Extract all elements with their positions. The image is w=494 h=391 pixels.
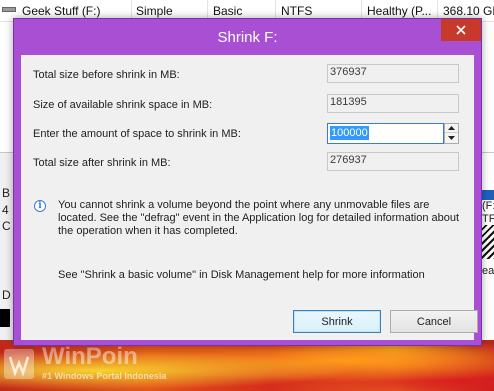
total-after-label: Total size after shrink in MB: <box>33 157 171 169</box>
dialog-content: Total size before shrink in MB: 376937 S… <box>21 55 478 340</box>
watermark-tagline: #1 Windows Portal Indonesia <box>42 371 167 381</box>
dialog-title: Shrink F: <box>217 29 278 46</box>
close-button[interactable] <box>441 19 481 41</box>
volume-layout-cell: Simple <box>136 4 173 18</box>
available-space-value: 181395 <box>327 94 459 113</box>
disk-label-char: C <box>2 219 11 233</box>
watermark-text: WinPoin <box>42 343 138 370</box>
partition-label-fragment: ealt <box>482 265 494 277</box>
volume-name-cell: Geek Stuff (F:) <box>22 4 101 18</box>
volume-capacity-cell: 368.10 GB <box>443 4 494 18</box>
volume-filesystem-cell: NTFS <box>281 4 313 18</box>
total-before-value: 376937 <box>327 64 459 83</box>
drive-icon <box>2 7 16 12</box>
close-icon <box>456 25 466 35</box>
cancel-button[interactable]: Cancel <box>390 310 478 333</box>
help-hint: See "Shrink a basic volume" in Disk Mana… <box>58 269 425 281</box>
shrink-amount-value: 100000 <box>330 126 369 140</box>
volume-type-cell: Basic <box>213 4 243 18</box>
shrink-button[interactable]: Shrink <box>293 310 381 333</box>
disk-label-char: D <box>2 288 11 302</box>
info-icon: i <box>34 200 46 212</box>
chevron-down-icon <box>448 135 455 140</box>
total-after-value: 276937 <box>327 152 459 171</box>
available-space-label: Size of available shrink space in MB: <box>33 99 213 111</box>
disk-label-char: B <box>2 186 11 200</box>
spin-down-button[interactable] <box>445 133 458 142</box>
chevron-up-icon <box>448 126 455 130</box>
partition-header-bar <box>480 190 494 200</box>
unallocated-bar <box>0 309 10 327</box>
partition-label-fragment: (F: <box>482 200 494 212</box>
total-before-label: Total size before shrink in MB: <box>33 69 180 81</box>
shrink-amount-spinner[interactable] <box>444 123 459 144</box>
shrink-amount-input[interactable]: 100000 <box>327 123 444 144</box>
partition-label-fragment: TFS <box>482 213 494 225</box>
volume-status-cell: Healthy (P... <box>367 4 432 18</box>
dialog-titlebar[interactable]: Shrink F: <box>14 19 481 55</box>
shrink-dialog: Shrink F: Total size before shrink in MB… <box>13 18 482 346</box>
shrink-amount-label: Enter the amount of space to shrink in M… <box>33 128 241 140</box>
info-message: You cannot shrink a volume beyond the po… <box>58 199 460 237</box>
spin-up-button[interactable] <box>445 124 458 133</box>
disk-label-char: 4 <box>2 203 9 217</box>
